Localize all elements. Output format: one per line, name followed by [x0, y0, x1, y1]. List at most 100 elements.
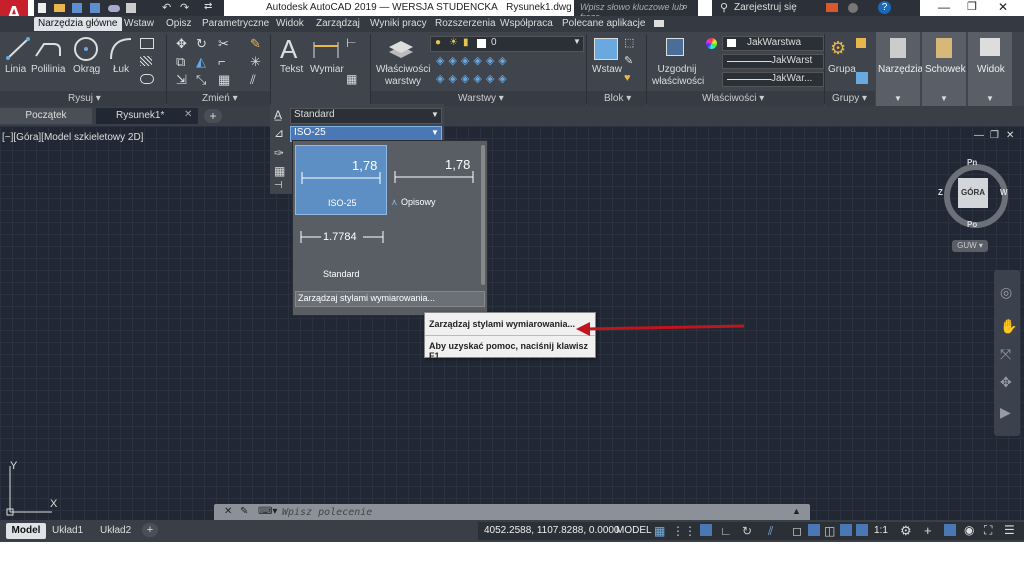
array-icon[interactable]: ▦	[218, 72, 230, 88]
group-edit-icon[interactable]	[856, 38, 866, 48]
polyline-button[interactable]: Polilinia	[31, 64, 65, 75]
create-block-icon[interactable]: ⬚	[624, 36, 634, 49]
add-layout-button[interactable]: +	[142, 523, 158, 537]
infer-icon[interactable]	[700, 524, 712, 536]
workspace-gear-icon[interactable]: ⚙	[900, 523, 912, 539]
ungroup-icon[interactable]	[856, 72, 868, 84]
viewcube[interactable]: GÓRA Pn Po W Z	[938, 158, 1010, 230]
arc-button[interactable]: Łuk	[113, 64, 129, 75]
copy-icon[interactable]: ⧉	[176, 54, 185, 70]
exchange-icon[interactable]	[826, 3, 838, 12]
leader-icon[interactable]: ⊢	[346, 36, 356, 50]
annotation-visibility-icon[interactable]	[840, 524, 852, 536]
viewport-minimize-icon[interactable]: —	[974, 130, 984, 141]
save-as-icon[interactable]	[90, 3, 100, 13]
tab-widok[interactable]: Widok	[274, 17, 306, 31]
schowek-panel[interactable]: Schowek ▼	[922, 32, 966, 106]
signin-label[interactable]: Zarejestruj się	[734, 2, 797, 13]
command-settings-icon[interactable]: ✎	[240, 506, 248, 517]
command-input[interactable]: Wpisz polecenie	[282, 507, 372, 518]
layer-dropdown[interactable]: ● ☀ ▮ 0 ▼	[430, 36, 584, 52]
dimension-button[interactable]: Wymiar	[310, 64, 344, 75]
panel-warstwy[interactable]: Warstwy ▾	[458, 92, 504, 105]
maximize-icon[interactable]: ❐	[967, 0, 977, 13]
pan-icon[interactable]: ✋	[1000, 318, 1017, 335]
doctab-drawing1[interactable]: Rysunek1* ✕	[96, 108, 198, 124]
line-button[interactable]: Linia	[5, 64, 26, 75]
widok-panel[interactable]: Widok ▼	[968, 32, 1012, 106]
annotation-scale[interactable]: 1:1	[874, 525, 888, 536]
tab-parametryczne[interactable]: Parametryczne	[200, 17, 271, 31]
edit-block-icon[interactable]: ✎	[624, 54, 633, 67]
signin-area[interactable]: ⚲ Zarejestruj się	[712, 0, 820, 16]
tab-wspolpraca[interactable]: Współpraca	[498, 17, 555, 31]
gallery-scrollbar[interactable]	[481, 145, 485, 285]
panel-zmien[interactable]: Zmień ▾	[202, 92, 238, 105]
explode-icon[interactable]: ✳	[250, 54, 261, 70]
share-icon[interactable]: ⇄	[204, 1, 212, 12]
hatch-icon[interactable]	[140, 56, 152, 66]
showmotion-icon[interactable]: ▶	[1000, 404, 1011, 421]
multileader-style-icon[interactable]: ✑	[274, 146, 284, 160]
isodraft-icon[interactable]: ⫽	[768, 524, 773, 539]
manage-dim-styles-button[interactable]: Zarządzaj stylami wymiarowania...	[295, 291, 485, 307]
customize-icon[interactable]: ☰	[1004, 523, 1015, 537]
gallery-item-standard[interactable]: 1.7784 Standard	[295, 217, 385, 285]
scale-icon[interactable]: ⤡	[196, 72, 206, 88]
tab-wyniki-pracy[interactable]: Wyniki pracy	[368, 17, 429, 31]
layer-properties-button[interactable]: Właściwości warstwy	[376, 64, 430, 88]
erase-icon[interactable]: ✎	[250, 36, 261, 52]
table-style-icon[interactable]: ▦	[274, 164, 285, 178]
tab-polecane-aplikacje[interactable]: Polecane aplikacje	[560, 17, 647, 31]
tab-zarzadzaj[interactable]: Zarządzaj	[314, 17, 362, 31]
panel-rysuj[interactable]: Rysuj ▾	[68, 92, 101, 105]
steering-wheel-icon[interactable]: ◎	[1000, 284, 1012, 301]
connect-icon[interactable]	[848, 3, 858, 13]
layout-tab-model[interactable]: Model	[6, 523, 46, 539]
mirror-icon[interactable]: ◭	[196, 54, 206, 70]
new-tab-button[interactable]: +	[204, 109, 222, 123]
isolate-icon[interactable]: ◉	[964, 523, 974, 537]
move-icon[interactable]: ✥	[176, 36, 187, 52]
ucs-menu[interactable]: GUW ▾	[952, 240, 988, 252]
fullscreen-icon[interactable]: ⛶	[984, 523, 992, 538]
osnap-icon[interactable]: ◻	[792, 524, 802, 538]
stretch-icon[interactable]: ⇲	[176, 72, 187, 88]
match-properties-button[interactable]: Uzgodnij właściwości	[652, 64, 704, 88]
selection-cycling-icon[interactable]: ◫	[824, 524, 835, 538]
doctab-start[interactable]: Początek	[0, 108, 92, 124]
insert-button[interactable]: Wstaw	[592, 64, 622, 75]
cloud-icon[interactable]	[108, 5, 120, 12]
search-icon[interactable]: ⌕	[682, 1, 688, 14]
units-icon[interactable]	[944, 524, 956, 536]
tab-rozszerzenia[interactable]: Rozszerzenia	[433, 17, 498, 31]
trim-icon[interactable]: ✂	[218, 36, 229, 52]
coordinates-readout[interactable]: 4052.2588, 1107.8288, 0.0000	[484, 525, 620, 536]
table-icon[interactable]: ▦	[346, 72, 357, 86]
tab-narzedzia-glowne[interactable]: Narzędzia główne	[34, 17, 122, 31]
panel-grupy[interactable]: Grupy ▾	[832, 92, 867, 105]
tab-wstaw[interactable]: Wstaw	[122, 17, 156, 31]
viewport-restore-icon[interactable]: ❐	[990, 130, 999, 141]
minimize-icon[interactable]: —	[938, 0, 950, 14]
command-history-icon[interactable]: ▲	[792, 506, 801, 516]
close-tab-icon[interactable]: ✕	[184, 109, 192, 120]
annotation-monitor-icon[interactable]: +	[924, 523, 932, 538]
undo-icon[interactable]: ↶	[162, 1, 171, 14]
grid-icon[interactable]: ▦	[654, 524, 665, 538]
rotate-icon[interactable]: ↻	[196, 36, 207, 52]
narzedzia-panel[interactable]: Narzędzia ▼	[876, 32, 923, 106]
text-style-dropdown[interactable]: Standard ▼	[290, 108, 442, 124]
rectangle-icon[interactable]	[140, 38, 154, 49]
viewport-close-icon[interactable]: ✕	[1006, 130, 1014, 141]
viewcube-face[interactable]: GÓRA	[958, 178, 988, 208]
snap-icon[interactable]: ⋮⋮	[672, 524, 696, 538]
close-icon[interactable]: ✕	[998, 0, 1008, 14]
color-dropdown[interactable]: JakWarstwa	[722, 36, 824, 51]
gallery-item-opisowy[interactable]: 1,78 ⋏ Opisowy	[389, 145, 479, 213]
linetype-dropdown[interactable]: JakWarst	[722, 54, 824, 69]
help-icon[interactable]: ?	[878, 1, 891, 14]
tab-opisz[interactable]: Opisz	[164, 17, 194, 31]
offset-icon[interactable]: ⫽	[250, 72, 256, 88]
orbit-icon[interactable]: ✥	[1000, 374, 1012, 391]
